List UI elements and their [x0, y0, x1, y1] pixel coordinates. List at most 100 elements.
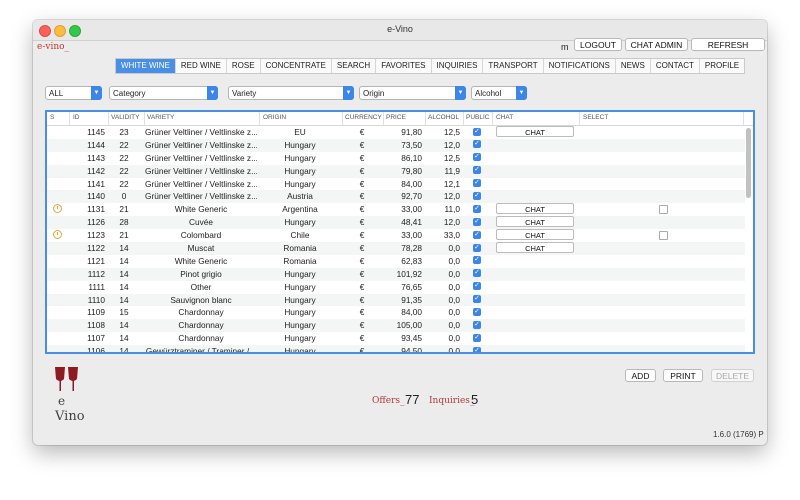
- public-checkbox[interactable]: ✓: [473, 256, 481, 265]
- cell-origin: Hungary: [284, 152, 316, 163]
- public-checkbox[interactable]: ✓: [473, 333, 481, 342]
- table-row[interactable]: 1112 14 Pinot grigio Hungary €101,92 0,0 ✓: [47, 267, 745, 281]
- col-id[interactable]: ID: [73, 114, 80, 121]
- chat-button[interactable]: CHAT: [496, 203, 574, 215]
- column-divider: [579, 112, 580, 125]
- public-checkbox[interactable]: ✓: [473, 295, 481, 304]
- public-checkbox[interactable]: ✓: [473, 282, 481, 291]
- chat-button[interactable]: CHAT: [496, 229, 574, 241]
- cell-validity: 14: [119, 255, 129, 266]
- public-checkbox[interactable]: ✓: [473, 153, 481, 162]
- table-row[interactable]: 1144 22 Grüner Veltliner / Veltlinske z...…: [47, 138, 745, 152]
- tab-white-wine[interactable]: WHITE WINE: [116, 59, 176, 73]
- public-checkbox[interactable]: ✓: [473, 230, 481, 239]
- col-select[interactable]: SELECT: [583, 114, 608, 121]
- offers-label: Offers_: [372, 396, 405, 406]
- table-header: S ID VALIDITY VARIETY ORIGIN CURRENCY PR…: [47, 112, 753, 126]
- col-variety[interactable]: VARIETY: [147, 114, 174, 121]
- tab-search[interactable]: SEARCH: [332, 59, 377, 73]
- table-row[interactable]: 1123 21 Colombard Chile €33,00 33,0 ✓ CHAT: [47, 229, 745, 242]
- table-row[interactable]: 1145 23 Grüner Veltliner / Veltlinske z...…: [47, 126, 745, 139]
- column-divider: [492, 112, 493, 125]
- tab-contact[interactable]: CONTACT: [651, 59, 700, 73]
- col-public[interactable]: PUBLIC: [466, 114, 489, 121]
- all-filter-select[interactable]: ALL ▼: [45, 86, 102, 100]
- col-origin[interactable]: ORIGIN: [263, 114, 286, 121]
- public-checkbox[interactable]: ✓: [473, 140, 481, 149]
- public-checkbox[interactable]: ✓: [473, 127, 481, 136]
- cell-id: 1141: [87, 178, 105, 189]
- tab-red-wine[interactable]: RED WINE: [176, 59, 227, 73]
- table-row[interactable]: 1111 14 Other Hungary €76,65 0,0 ✓: [47, 281, 745, 294]
- table-row[interactable]: 1131 21 White Generic Argentina €33,00 11,0 ✓ C…: [47, 203, 745, 216]
- table-row[interactable]: 1141 22 Grüner Veltliner / Veltlinske z...…: [47, 178, 745, 191]
- chat-button[interactable]: CHAT: [496, 216, 574, 228]
- public-checkbox[interactable]: ✓: [473, 320, 481, 329]
- table-row[interactable]: 1107 14 Chardonnay Hungary €93,45 0,0 ✓: [47, 332, 745, 345]
- public-checkbox[interactable]: ✓: [473, 243, 481, 252]
- cell-alcohol: 0,0: [448, 320, 460, 331]
- chat-button[interactable]: CHAT: [496, 242, 574, 254]
- tab-inquiries[interactable]: INQUIRIES: [432, 59, 484, 73]
- cell-price: 79,80: [401, 165, 422, 176]
- table-row[interactable]: 1109 15 Chardonnay Hungary €84,00 0,0 ✓: [47, 306, 745, 319]
- tab-notifications[interactable]: NOTIFICATIONS: [544, 59, 616, 73]
- tab-news[interactable]: NEWS: [616, 59, 651, 73]
- table-row[interactable]: 1110 14 Sauvignon blanc Hungary €91,35 0,0 ✓: [47, 293, 745, 307]
- col-price[interactable]: PRICE: [386, 114, 406, 121]
- col-alcohol[interactable]: ALCOHOL: [428, 114, 459, 121]
- public-checkbox[interactable]: ✓: [473, 217, 481, 226]
- cell-validity: 21: [119, 204, 129, 215]
- select-checkbox[interactable]: [659, 205, 668, 215]
- table-row[interactable]: 1142 22 Grüner Veltliner / Veltlinske z...…: [47, 164, 745, 178]
- origin-filter-select[interactable]: Origin ▼: [359, 86, 466, 100]
- table-row[interactable]: 1121 14 White Generic Romania €62,83 0,0 ✓: [47, 255, 745, 268]
- public-checkbox[interactable]: ✓: [473, 179, 481, 188]
- tab-rose[interactable]: ROSE: [227, 59, 261, 73]
- cell-variety: Gewürztraminer / Traminer /...: [145, 346, 257, 354]
- table-row[interactable]: 1126 28 Cuvée Hungary €48,41 12,0 ✓ CHAT: [47, 216, 745, 230]
- tab-favorites[interactable]: FAVORITES: [376, 59, 432, 73]
- col-chat[interactable]: CHAT: [496, 114, 513, 121]
- origin-filter-value: Origin: [363, 89, 385, 98]
- chat-admin-button[interactable]: CHAT ADMIN: [625, 38, 688, 51]
- public-checkbox[interactable]: ✓: [473, 204, 481, 213]
- tab-profile[interactable]: PROFILE: [700, 59, 744, 73]
- table-row[interactable]: 1140 0 Grüner Veltliner / Veltlinske z... A…: [47, 190, 745, 204]
- print-button[interactable]: PRINT: [663, 369, 703, 382]
- cell-id: 1126: [87, 217, 105, 228]
- column-divider: [108, 112, 109, 125]
- category-filter-select[interactable]: Category ▼: [109, 86, 218, 100]
- select-checkbox[interactable]: [659, 231, 668, 241]
- table-row[interactable]: 1108 14 Chardonnay Hungary €105,00 0,0 ✓: [47, 319, 745, 333]
- col-validity[interactable]: VALIDITY: [111, 114, 139, 121]
- delete-button[interactable]: DELETE: [711, 369, 754, 382]
- table-row[interactable]: 1122 14 Muscat Romania €78,28 0,0 ✓ CHAT: [47, 242, 745, 255]
- table-scrollbar[interactable]: [746, 128, 751, 198]
- cell-validity: 0: [121, 191, 127, 202]
- tab-transport[interactable]: TRANSPORT: [483, 59, 544, 73]
- cell-currency: €: [359, 139, 365, 150]
- alcohol-filter-select[interactable]: Alcohol ▼: [471, 86, 527, 100]
- cell-currency: €: [359, 333, 365, 344]
- tab-concentrate[interactable]: CONCENTRATE: [261, 59, 332, 73]
- public-checkbox[interactable]: ✓: [473, 346, 481, 352]
- cell-variety: Grüner Veltliner / Veltlinske z...: [145, 165, 257, 176]
- public-checkbox[interactable]: ✓: [473, 307, 481, 316]
- refresh-button[interactable]: REFRESH: [691, 38, 765, 51]
- logout-button[interactable]: LOGOUT: [574, 38, 622, 51]
- logo-text-e: e: [58, 394, 66, 408]
- public-checkbox[interactable]: ✓: [473, 269, 481, 278]
- add-button[interactable]: ADD: [625, 369, 656, 382]
- cell-validity: 14: [119, 294, 129, 305]
- col-s[interactable]: S: [50, 114, 54, 121]
- table-row[interactable]: 1106 14 Gewürztraminer / Traminer /... Hung…: [47, 345, 745, 354]
- variety-filter-select[interactable]: Variety ▼: [228, 86, 354, 100]
- cell-validity: 14: [119, 268, 129, 279]
- chat-button[interactable]: CHAT: [496, 126, 574, 137]
- public-checkbox[interactable]: ✓: [473, 191, 481, 200]
- cell-currency: €: [359, 230, 365, 241]
- public-checkbox[interactable]: ✓: [473, 166, 481, 175]
- col-currency[interactable]: CURRENCY: [345, 114, 382, 121]
- table-row[interactable]: 1143 22 Grüner Veltliner / Veltlinske z...…: [47, 152, 745, 165]
